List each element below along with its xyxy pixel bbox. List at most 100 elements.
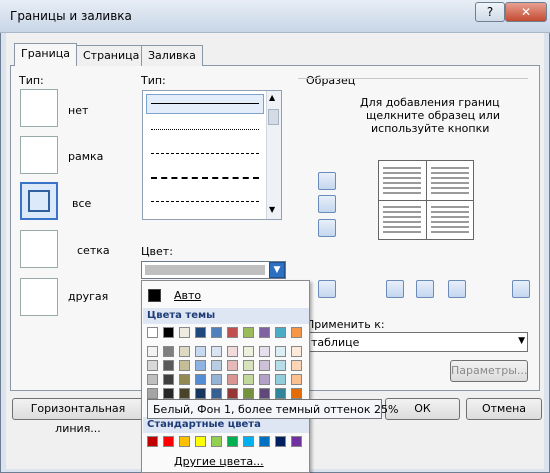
theme-shade-swatch[interactable] bbox=[291, 360, 302, 371]
style-list-scrollbar[interactable]: ▲ ▼ bbox=[266, 91, 281, 219]
theme-color-swatch[interactable] bbox=[211, 327, 222, 338]
theme-shade-swatch[interactable] bbox=[259, 360, 270, 371]
theme-shade-swatch[interactable] bbox=[227, 360, 238, 371]
tab-shading[interactable]: Заливка bbox=[141, 45, 203, 66]
theme-color-swatch[interactable] bbox=[147, 327, 158, 338]
standard-color-swatch[interactable] bbox=[211, 436, 222, 447]
auto-color-option[interactable]: Авто bbox=[174, 289, 201, 302]
bottom-border-button[interactable] bbox=[318, 219, 336, 237]
standard-color-swatch[interactable] bbox=[227, 436, 238, 447]
theme-color-swatch[interactable] bbox=[179, 327, 190, 338]
theme-shade-swatch[interactable] bbox=[179, 388, 190, 399]
theme-shade-swatch[interactable] bbox=[243, 346, 254, 357]
tab-page-border[interactable]: Страница bbox=[76, 45, 147, 66]
selected-style-item[interactable] bbox=[146, 94, 264, 114]
theme-shade-swatch[interactable] bbox=[179, 346, 190, 357]
top-border-button[interactable] bbox=[318, 172, 336, 190]
theme-color-swatch[interactable] bbox=[275, 327, 286, 338]
help-button[interactable]: ? bbox=[475, 2, 505, 22]
theme-shade-swatch[interactable] bbox=[227, 388, 238, 399]
theme-shade-swatch[interactable] bbox=[243, 388, 254, 399]
auto-color-swatch[interactable] bbox=[148, 289, 161, 302]
theme-shade-swatch[interactable] bbox=[147, 388, 158, 399]
theme-shade-swatch[interactable] bbox=[195, 346, 206, 357]
theme-color-swatch[interactable] bbox=[195, 327, 206, 338]
scroll-thumb[interactable] bbox=[268, 109, 279, 125]
tab-borders[interactable]: Граница bbox=[14, 43, 78, 66]
standard-color-swatch[interactable] bbox=[195, 436, 206, 447]
setting-none-button[interactable] bbox=[20, 89, 58, 127]
setting-box-button[interactable] bbox=[20, 136, 58, 174]
dotted-line-style[interactable] bbox=[151, 129, 259, 130]
inside-horizontal-border-button[interactable] bbox=[318, 195, 336, 213]
theme-shade-swatch[interactable] bbox=[211, 360, 222, 371]
standard-color-swatch[interactable] bbox=[179, 436, 190, 447]
standard-color-swatch[interactable] bbox=[163, 436, 174, 447]
theme-shade-swatch[interactable] bbox=[275, 388, 286, 399]
theme-shade-swatch[interactable] bbox=[243, 360, 254, 371]
theme-shade-swatch[interactable] bbox=[195, 388, 206, 399]
theme-shade-swatch[interactable] bbox=[163, 360, 174, 371]
standard-color-swatch[interactable] bbox=[291, 436, 302, 447]
standard-color-swatch[interactable] bbox=[275, 436, 286, 447]
theme-shade-swatch[interactable] bbox=[147, 374, 158, 385]
theme-shade-swatch[interactable] bbox=[291, 346, 302, 357]
theme-shade-swatch[interactable] bbox=[227, 346, 238, 357]
theme-shade-swatch[interactable] bbox=[275, 346, 286, 357]
dash-dot-line-style[interactable] bbox=[151, 201, 259, 202]
theme-color-swatch[interactable] bbox=[243, 327, 254, 338]
theme-shade-swatch[interactable] bbox=[259, 374, 270, 385]
dashed-line-style[interactable] bbox=[151, 153, 259, 154]
theme-shade-swatch[interactable] bbox=[163, 388, 174, 399]
diagonal-up-border-button[interactable] bbox=[318, 280, 336, 298]
theme-shade-swatch[interactable] bbox=[291, 388, 302, 399]
chevron-down-icon[interactable]: ▼ bbox=[518, 336, 525, 346]
theme-color-swatch[interactable] bbox=[259, 327, 270, 338]
standard-color-swatch[interactable] bbox=[243, 436, 254, 447]
color-combobox[interactable]: ▼ bbox=[141, 261, 286, 279]
theme-shade-swatch[interactable] bbox=[227, 374, 238, 385]
preview-area[interactable] bbox=[378, 160, 474, 240]
horizontal-line-button[interactable]: Горизонтальная линия... bbox=[12, 398, 144, 435]
theme-color-swatch[interactable] bbox=[227, 327, 238, 338]
theme-shade-swatch[interactable] bbox=[179, 374, 190, 385]
long-dash-line-style[interactable] bbox=[151, 177, 259, 179]
theme-color-swatch[interactable] bbox=[291, 327, 302, 338]
theme-shade-swatch[interactable] bbox=[243, 374, 254, 385]
setting-custom-button[interactable] bbox=[20, 278, 58, 316]
theme-shade-swatch[interactable] bbox=[275, 374, 286, 385]
scroll-down-icon[interactable]: ▼ bbox=[269, 205, 275, 214]
cancel-button[interactable]: Отмена bbox=[466, 398, 542, 420]
scroll-up-icon[interactable]: ▲ bbox=[269, 93, 275, 102]
more-colors-option[interactable]: Другие цвета... bbox=[174, 455, 264, 468]
setting-all-button[interactable] bbox=[20, 182, 58, 220]
theme-shade-swatch[interactable] bbox=[147, 346, 158, 357]
theme-shade-swatch[interactable] bbox=[195, 360, 206, 371]
options-button[interactable]: Параметры... bbox=[450, 360, 528, 382]
standard-color-swatch[interactable] bbox=[147, 436, 158, 447]
theme-shade-swatch[interactable] bbox=[163, 374, 174, 385]
theme-shade-swatch[interactable] bbox=[211, 346, 222, 357]
theme-shade-swatch[interactable] bbox=[211, 374, 222, 385]
theme-shade-swatch[interactable] bbox=[147, 360, 158, 371]
right-border-button[interactable] bbox=[448, 280, 466, 298]
theme-shade-swatch[interactable] bbox=[179, 360, 190, 371]
close-button[interactable]: ✕ bbox=[505, 2, 547, 22]
line-style-list[interactable]: ▲ ▼ bbox=[142, 90, 282, 220]
theme-color-swatch[interactable] bbox=[163, 327, 174, 338]
theme-shade-swatch[interactable] bbox=[259, 346, 270, 357]
theme-shade-swatch[interactable] bbox=[211, 388, 222, 399]
theme-shade-swatch[interactable] bbox=[195, 374, 206, 385]
left-border-button[interactable] bbox=[386, 280, 404, 298]
standard-color-swatch[interactable] bbox=[259, 436, 270, 447]
theme-shade-swatch[interactable] bbox=[163, 346, 174, 357]
apply-to-combobox[interactable]: таблице ▼ bbox=[306, 332, 528, 352]
theme-shade-swatch[interactable] bbox=[259, 388, 270, 399]
theme-shade-swatch[interactable] bbox=[275, 360, 286, 371]
inside-vertical-border-button[interactable] bbox=[416, 280, 434, 298]
solid-line-style[interactable] bbox=[151, 103, 259, 104]
setting-grid-button[interactable] bbox=[20, 230, 58, 268]
diagonal-down-border-button[interactable] bbox=[512, 280, 530, 298]
chevron-down-icon[interactable]: ▼ bbox=[269, 262, 285, 278]
theme-shade-swatch[interactable] bbox=[291, 374, 302, 385]
